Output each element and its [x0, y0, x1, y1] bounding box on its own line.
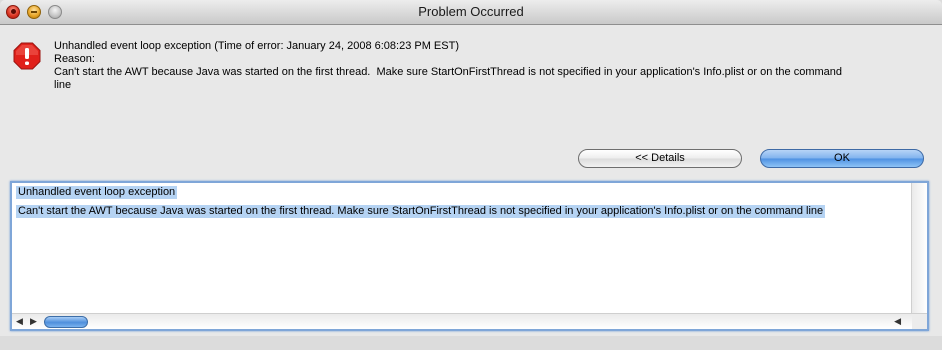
title-bar[interactable]: Problem Occurred	[0, 0, 942, 25]
horizontal-scrollbar[interactable]: ◀ ▶ ◀ ▶	[12, 313, 927, 329]
details-text-area[interactable]: Unhandled event loop exception Can't sta…	[10, 181, 929, 331]
scrollbar-thumb[interactable]	[44, 316, 88, 328]
window-title: Problem Occurred	[418, 4, 524, 19]
scroll-right-arrow-icon[interactable]: ▶	[30, 316, 37, 327]
message-line-2: Reason:	[54, 53, 95, 65]
details-line-1[interactable]: Unhandled event loop exception	[16, 186, 178, 199]
background-window-bottom	[0, 336, 942, 350]
message-line-4: line	[54, 79, 72, 91]
error-stop-icon	[13, 42, 41, 70]
message-line-3: Can't start the AWT because Java was sta…	[54, 66, 843, 78]
scrollbar-corner	[912, 314, 927, 329]
vertical-scrollbar[interactable]	[911, 183, 927, 313]
dialog-content: Unhandled event loop exception (Time of …	[0, 25, 942, 350]
ok-button[interactable]: OK	[760, 149, 924, 168]
scroll-left-end-arrow-icon[interactable]: ◀	[894, 316, 901, 327]
details-button[interactable]: << Details	[578, 149, 742, 168]
error-message: Unhandled event loop exception (Time of …	[54, 40, 924, 92]
details-line-2[interactable]: Can't start the AWT because Java was sta…	[16, 205, 826, 218]
scroll-left-arrow-icon[interactable]: ◀	[16, 316, 23, 327]
message-line-1: Unhandled event loop exception (Time of …	[54, 40, 459, 52]
